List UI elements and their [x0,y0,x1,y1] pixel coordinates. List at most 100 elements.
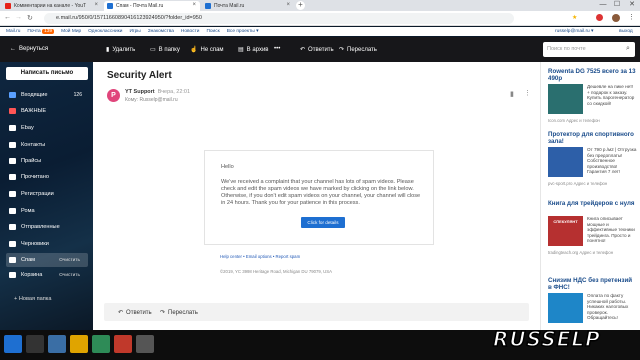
back-arrow-icon[interactable]: ← [4,14,11,21]
nav-link-mailru[interactable]: Mail.ru [6,29,20,34]
ad-description: Дешевле на пике нет! + подарок к заказу.… [587,84,635,106]
close-tab-icon[interactable]: × [192,2,196,8]
chrome-icon[interactable] [92,335,110,353]
delete-button[interactable]: ▮ Удалить [106,46,136,54]
extension-icon[interactable] [596,14,603,21]
maximize-button[interactable]: ☐ [610,0,624,10]
forward-bottom-label: Переслать [168,309,198,316]
folder-1[interactable]: ВАЖНЫЕ [6,104,88,118]
ad-title[interactable]: Снизим НДС без претензий в ФНС! [548,277,636,291]
youtube-favicon-icon [5,3,11,9]
delete-label: Удалить [112,46,136,53]
nav-link-all-projects[interactable]: Все проекты ▾ [227,29,259,34]
forward-bottom-button[interactable]: ↷ Переслать [160,309,198,317]
click-for-details-button[interactable]: Click for details [301,217,345,228]
ad-title[interactable]: Книга для трейдеров с нуля [548,200,636,207]
tab-title: Спам - Почта Mail.ru [116,3,164,9]
folder-10[interactable]: Спам Очистить [6,253,88,267]
nav-link-pochta[interactable]: Почта 139 [27,29,55,34]
tab-mail[interactable]: Почта Mail.ru × [202,1,294,11]
nav-link-ok[interactable]: Одноклассники [88,29,122,34]
more-button[interactable]: ••• [274,46,280,52]
folder-icon [9,158,16,164]
nav-link-moimir[interactable]: Мой Мир [61,29,81,34]
folder-label: Черновики [21,241,49,247]
nav-link-games[interactable]: Игры [129,29,140,34]
reply-bottom-label: Ответить [126,309,152,316]
archive-button[interactable]: ▤ В архив [238,46,269,54]
new-folder-button[interactable]: + Новая папка [14,296,51,302]
folder-5[interactable]: Прочитано [6,170,88,184]
folder-0[interactable]: Входящие 126 [6,88,88,102]
bookmark-icon[interactable]: ▮ [510,90,514,98]
ad-description: От 790 р./м2 | Отгрузка без предоплаты! … [587,147,637,175]
minimize-button[interactable]: — [596,0,610,10]
clear-folder-button[interactable]: Очистить [59,258,80,263]
folder-9[interactable]: Черновики [6,237,88,251]
nav-link-label: Почта [27,29,41,34]
archive-icon: ▤ [238,47,244,53]
message-date: Вчера, 22:01 [157,89,191,95]
back-button[interactable]: ← Вернуться [10,46,48,52]
more-options-icon[interactable]: ⋮ [524,89,531,97]
app-icon[interactable] [114,335,132,353]
user-email-link[interactable]: russelp@mail.ru ▾ [555,29,593,34]
new-tab-button[interactable]: + [296,1,305,10]
ad-image[interactable]: СПЕКУЛЯНТ [548,216,583,246]
nav-link-news[interactable]: Новости [181,29,200,34]
star-icon[interactable]: ★ [572,14,577,21]
ad-image[interactable] [548,293,583,323]
close-tab-icon[interactable]: × [286,2,290,8]
ad-image[interactable] [548,84,583,114]
logout-link[interactable]: выход [619,29,633,34]
mail-search-input[interactable]: Поиск по почте [543,42,635,57]
reload-icon[interactable]: ↻ [27,14,33,22]
browser-menu-icon[interactable]: ⋮ [628,13,635,21]
message-subject: Security Alert [107,70,172,81]
tab-spam-mail[interactable]: Спам - Почта Mail.ru × [104,1,200,11]
footer-links[interactable]: Help center • Email options • Report spa… [220,254,300,259]
folder-taskbar-icon[interactable] [70,335,88,353]
folder-icon [9,92,16,98]
tab-youtube-comments[interactable]: Комментарии на канале - YouT × [2,1,102,11]
not-spam-button[interactable]: ☝ Не спам [190,46,224,54]
search-taskbar-icon[interactable] [26,335,44,353]
folder-icon [9,125,16,131]
folder-8[interactable]: Отправленные [6,220,88,234]
folder-label: Регистрации [21,191,54,197]
ad-title[interactable]: Протектор для спортивного зала! [548,131,636,145]
reply-button[interactable]: ↶ Ответить [300,46,334,54]
ad-title[interactable]: Rowenta DG 7525 всего за 13 490р [548,68,636,82]
start-icon[interactable] [4,335,22,353]
compose-button[interactable]: Написать письмо [6,67,88,80]
nav-link-dating[interactable]: Знакомства [148,29,174,34]
close-tab-icon[interactable]: × [94,2,98,8]
clear-folder-button[interactable]: Очистить [59,273,80,278]
folder-label: Рома [21,208,35,214]
explorer-icon[interactable] [48,335,66,353]
profile-avatar[interactable] [612,14,620,22]
folder-4[interactable]: Прайсы [6,154,88,168]
ad-source[interactable]: tradingteach.org Адрес и телефон [548,250,613,255]
move-to-folder-button[interactable]: ▭ В папку [150,46,180,54]
ad-image[interactable] [548,147,583,177]
folder-6[interactable]: Регистрации [6,187,88,201]
close-window-button[interactable]: ✕ [625,0,639,10]
app-icon[interactable] [136,335,154,353]
mail-favicon-icon [107,3,113,9]
new-folder-label: Новая папка [18,296,52,302]
email-body-card: Hello We've received a complaint that yo… [204,150,434,245]
folder-3[interactable]: Контакты [6,138,88,152]
search-icon[interactable]: ⌕ [626,45,630,53]
forward-button[interactable]: ↷ Переслать [339,46,377,54]
ad-source[interactable]: pvc-sport.pro Адрес и телефон [548,181,607,186]
folder-7[interactable]: Рома [6,204,88,218]
folder-11[interactable]: Корзина Очистить [6,268,88,282]
sender-name[interactable]: YT Support [125,89,155,95]
nav-link-search[interactable]: Поиск [206,29,219,34]
reply-bottom-button[interactable]: ↶ Ответить [118,309,152,317]
folder-2[interactable]: Ebay [6,121,88,135]
forward-arrow-icon[interactable]: → [15,14,22,21]
url-input[interactable]: e.mail.ru/950/0/15711660890416123924950/… [44,13,514,24]
ad-source[interactable]: Icon.com Адрес и телефон [548,118,600,123]
